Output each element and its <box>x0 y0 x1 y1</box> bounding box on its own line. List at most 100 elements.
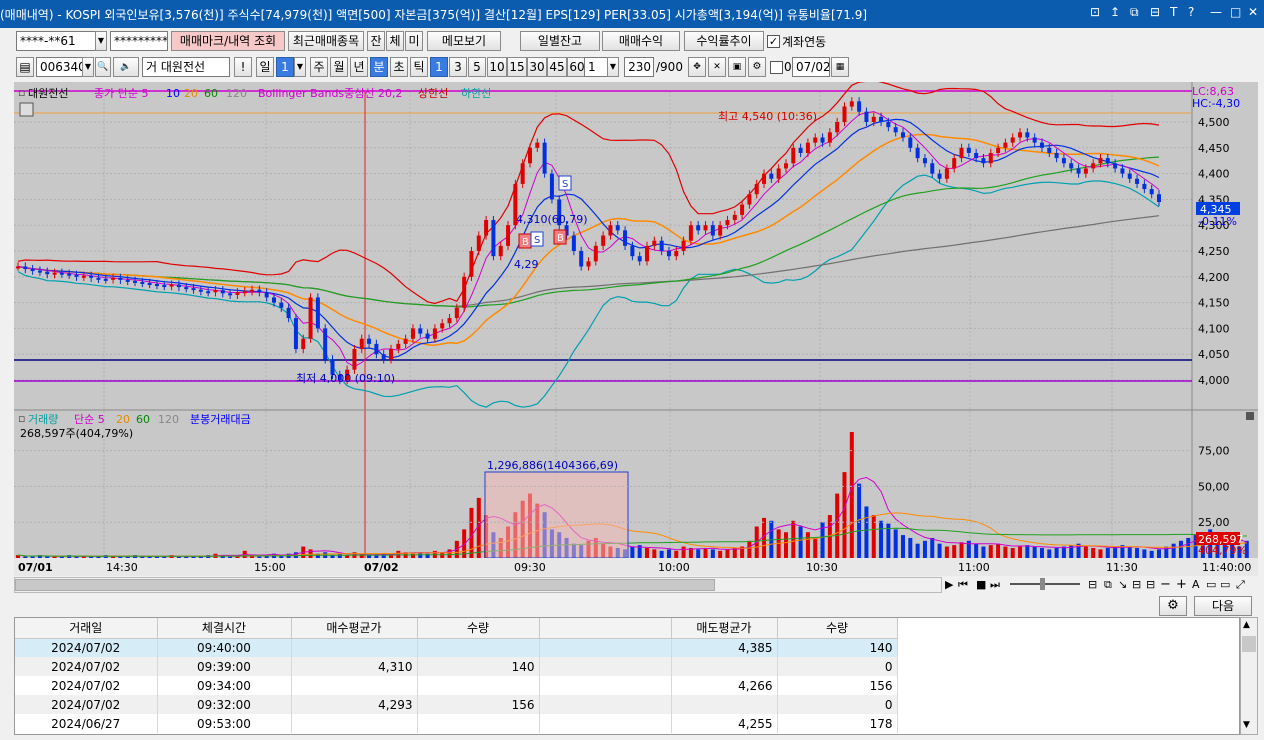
split-icon[interactable]: ⊟ <box>1150 5 1160 19</box>
account-link-checkbox[interactable]: ✓ <box>767 35 780 48</box>
custom-interval-input[interactable]: 1 <box>584 57 608 77</box>
date-checkbox[interactable] <box>770 61 783 74</box>
scroll-thumb[interactable] <box>1242 636 1256 652</box>
box-icon-1[interactable]: ▭ <box>1206 578 1216 591</box>
interval-1-button[interactable]: 1 <box>430 57 448 77</box>
volume-bar <box>1113 546 1118 558</box>
scroll-last-icon[interactable]: ⏭ <box>990 578 1000 592</box>
account-input[interactable]: ****-**61 <box>16 31 96 51</box>
font-icon[interactable]: T <box>1170 5 1177 19</box>
period-minute-button[interactable]: 분 <box>370 57 388 77</box>
text-icon[interactable]: A <box>1192 578 1200 591</box>
chart-scrollbar[interactable] <box>14 577 942 593</box>
period-month-button[interactable]: 월 <box>330 57 348 77</box>
period-year-button[interactable]: 년 <box>350 57 368 77</box>
period-second-button[interactable]: 초 <box>390 57 408 77</box>
table-row[interactable]: 2024/06/27 09:53:00 4,255 178 <box>15 714 898 733</box>
gear-icon[interactable]: ⚙ <box>748 57 766 77</box>
period-num-button[interactable]: 1 <box>276 57 294 77</box>
recent-items-button[interactable]: 최근매매종목 <box>288 31 364 51</box>
interval-5-button[interactable]: 5 <box>468 57 486 77</box>
mark-query-button[interactable]: 매매마크/내역 조회 <box>171 31 285 51</box>
interval-45-button[interactable]: 45 <box>547 57 567 77</box>
scroll-right-icon[interactable]: ▶ <box>945 578 953 591</box>
interval-15-button[interactable]: 15 <box>507 57 527 77</box>
daily-balance-button[interactable]: 일별잔고 <box>520 31 600 51</box>
speaker-icon[interactable]: 🔈 <box>113 57 139 77</box>
interval-10-button[interactable]: 10 <box>487 57 507 77</box>
candle-body <box>981 158 986 164</box>
balance-button[interactable]: 잔 <box>367 31 385 51</box>
password-input[interactable]: ********* <box>110 31 168 51</box>
count-input[interactable]: 230 <box>624 57 654 77</box>
stock-name-field[interactable]: 거 대원전선 <box>142 57 230 77</box>
view-icon-2[interactable]: ⧉ <box>1104 578 1112 592</box>
search-icon[interactable]: 🔍 <box>95 57 111 77</box>
zoom-slider[interactable] <box>1010 583 1080 585</box>
chart-scroll-thumb[interactable] <box>15 579 715 591</box>
col-buy-qty[interactable]: 수량 <box>417 618 540 639</box>
view-icon-5[interactable]: ⊟ <box>1146 578 1155 591</box>
stop-icon[interactable]: ■ <box>976 578 986 591</box>
volume-panel-close-icon[interactable] <box>1246 412 1254 420</box>
return-trend-button[interactable]: 수익률추이 <box>684 31 764 51</box>
col-buy-avg[interactable]: 매수평균가 <box>291 618 418 639</box>
period-tick-button[interactable]: 틱 <box>410 57 428 77</box>
layout-icon[interactable]: ▤ <box>16 57 34 77</box>
custom-dropdown-icon[interactable]: ▼ <box>607 57 619 77</box>
alert-button[interactable]: ! <box>234 57 252 77</box>
scroll-up-icon[interactable]: ▲ <box>1243 620 1250 630</box>
stock-code-input[interactable]: 006340 <box>36 57 84 77</box>
table-row[interactable]: 2024/07/02 09:40:00 4,385 140 <box>15 638 898 657</box>
trade-profit-button[interactable]: 매매수익 <box>602 31 680 51</box>
view-icon-3[interactable]: ↘ <box>1118 578 1127 591</box>
box-icon-2[interactable]: ▭ <box>1220 578 1230 591</box>
maximize-icon[interactable]: □ <box>1230 5 1241 19</box>
restore-icon[interactable]: ⊡ <box>1090 5 1100 19</box>
zoom-out-icon[interactable]: − <box>1160 577 1171 592</box>
period-week-button[interactable]: 주 <box>310 57 328 77</box>
table-scrollbar[interactable]: ▲ ▼ <box>1240 617 1258 735</box>
col-sell-avg[interactable]: 매도평균가 <box>671 618 778 639</box>
scroll-first-icon[interactable]: ⏮ <box>958 578 968 592</box>
chart-area[interactable]: 4,500 4,450 4,400 4,350 4,300 4,250 4,200 4,150… <box>14 80 1258 576</box>
code-dropdown-icon[interactable]: ▼ <box>82 57 94 77</box>
pin-icon[interactable]: ↥ <box>1110 5 1120 19</box>
volume-bar <box>798 526 803 558</box>
candle-body <box>608 225 613 236</box>
zoom-in-icon[interactable]: + <box>1176 577 1187 592</box>
table-row[interactable]: 2024/07/02 09:34:00 4,266 156 <box>15 676 898 695</box>
executed-button[interactable]: 체 <box>386 31 404 51</box>
interval-30-button[interactable]: 30 <box>527 57 547 77</box>
period-day-button[interactable]: 일 <box>256 57 274 77</box>
table-row[interactable]: 2024/07/02 09:32:00 4,293 156 0 <box>15 695 898 714</box>
view-icon-4[interactable]: ⊟ <box>1132 578 1141 591</box>
help-icon[interactable]: ? <box>1188 5 1194 19</box>
cursor-icon[interactable]: ✥ <box>688 57 706 77</box>
settings-gear-icon[interactable]: ⚙ <box>1159 596 1187 616</box>
close-icon[interactable]: ✕ <box>1248 5 1258 19</box>
account-dropdown-icon[interactable]: ▼ <box>95 31 107 51</box>
next-button[interactable]: 다음 <box>1194 596 1252 616</box>
save-icon[interactable]: ▣ <box>728 57 746 77</box>
col-sell-qty[interactable]: 수량 <box>777 618 898 639</box>
interval-3-button[interactable]: 3 <box>449 57 467 77</box>
draw-icon[interactable]: ✕ <box>708 57 726 77</box>
zoom-slider-handle[interactable] <box>1040 578 1045 590</box>
period-dropdown-icon[interactable]: ▼ <box>294 57 306 77</box>
price-volume-chart[interactable]: 4,5004,4504,4004,3504,3004,2504,2004,150… <box>14 80 1258 576</box>
minimize-icon[interactable]: — <box>1210 5 1222 19</box>
view-icon-1[interactable]: ⊟ <box>1088 578 1097 591</box>
expand-icon[interactable]: ⤢ <box>1236 578 1245 592</box>
copy-icon[interactable]: ⧉ <box>1130 5 1139 20</box>
col-trade-date[interactable]: 거래일 <box>15 618 158 639</box>
table-row[interactable]: 2024/07/02 09:39:00 4,310 140 0 <box>15 657 898 676</box>
chart-grid-icon[interactable] <box>19 102 34 117</box>
col-exec-time[interactable]: 체결시간 <box>157 618 292 639</box>
memo-button[interactable]: 메모보기 <box>427 31 501 51</box>
end-date-input[interactable]: 07/02 <box>792 57 830 77</box>
pending-button[interactable]: 미 <box>405 31 423 51</box>
scroll-down-icon[interactable]: ▼ <box>1243 720 1250 730</box>
calendar-icon[interactable]: ▦ <box>831 57 849 77</box>
candle-body <box>688 225 693 241</box>
